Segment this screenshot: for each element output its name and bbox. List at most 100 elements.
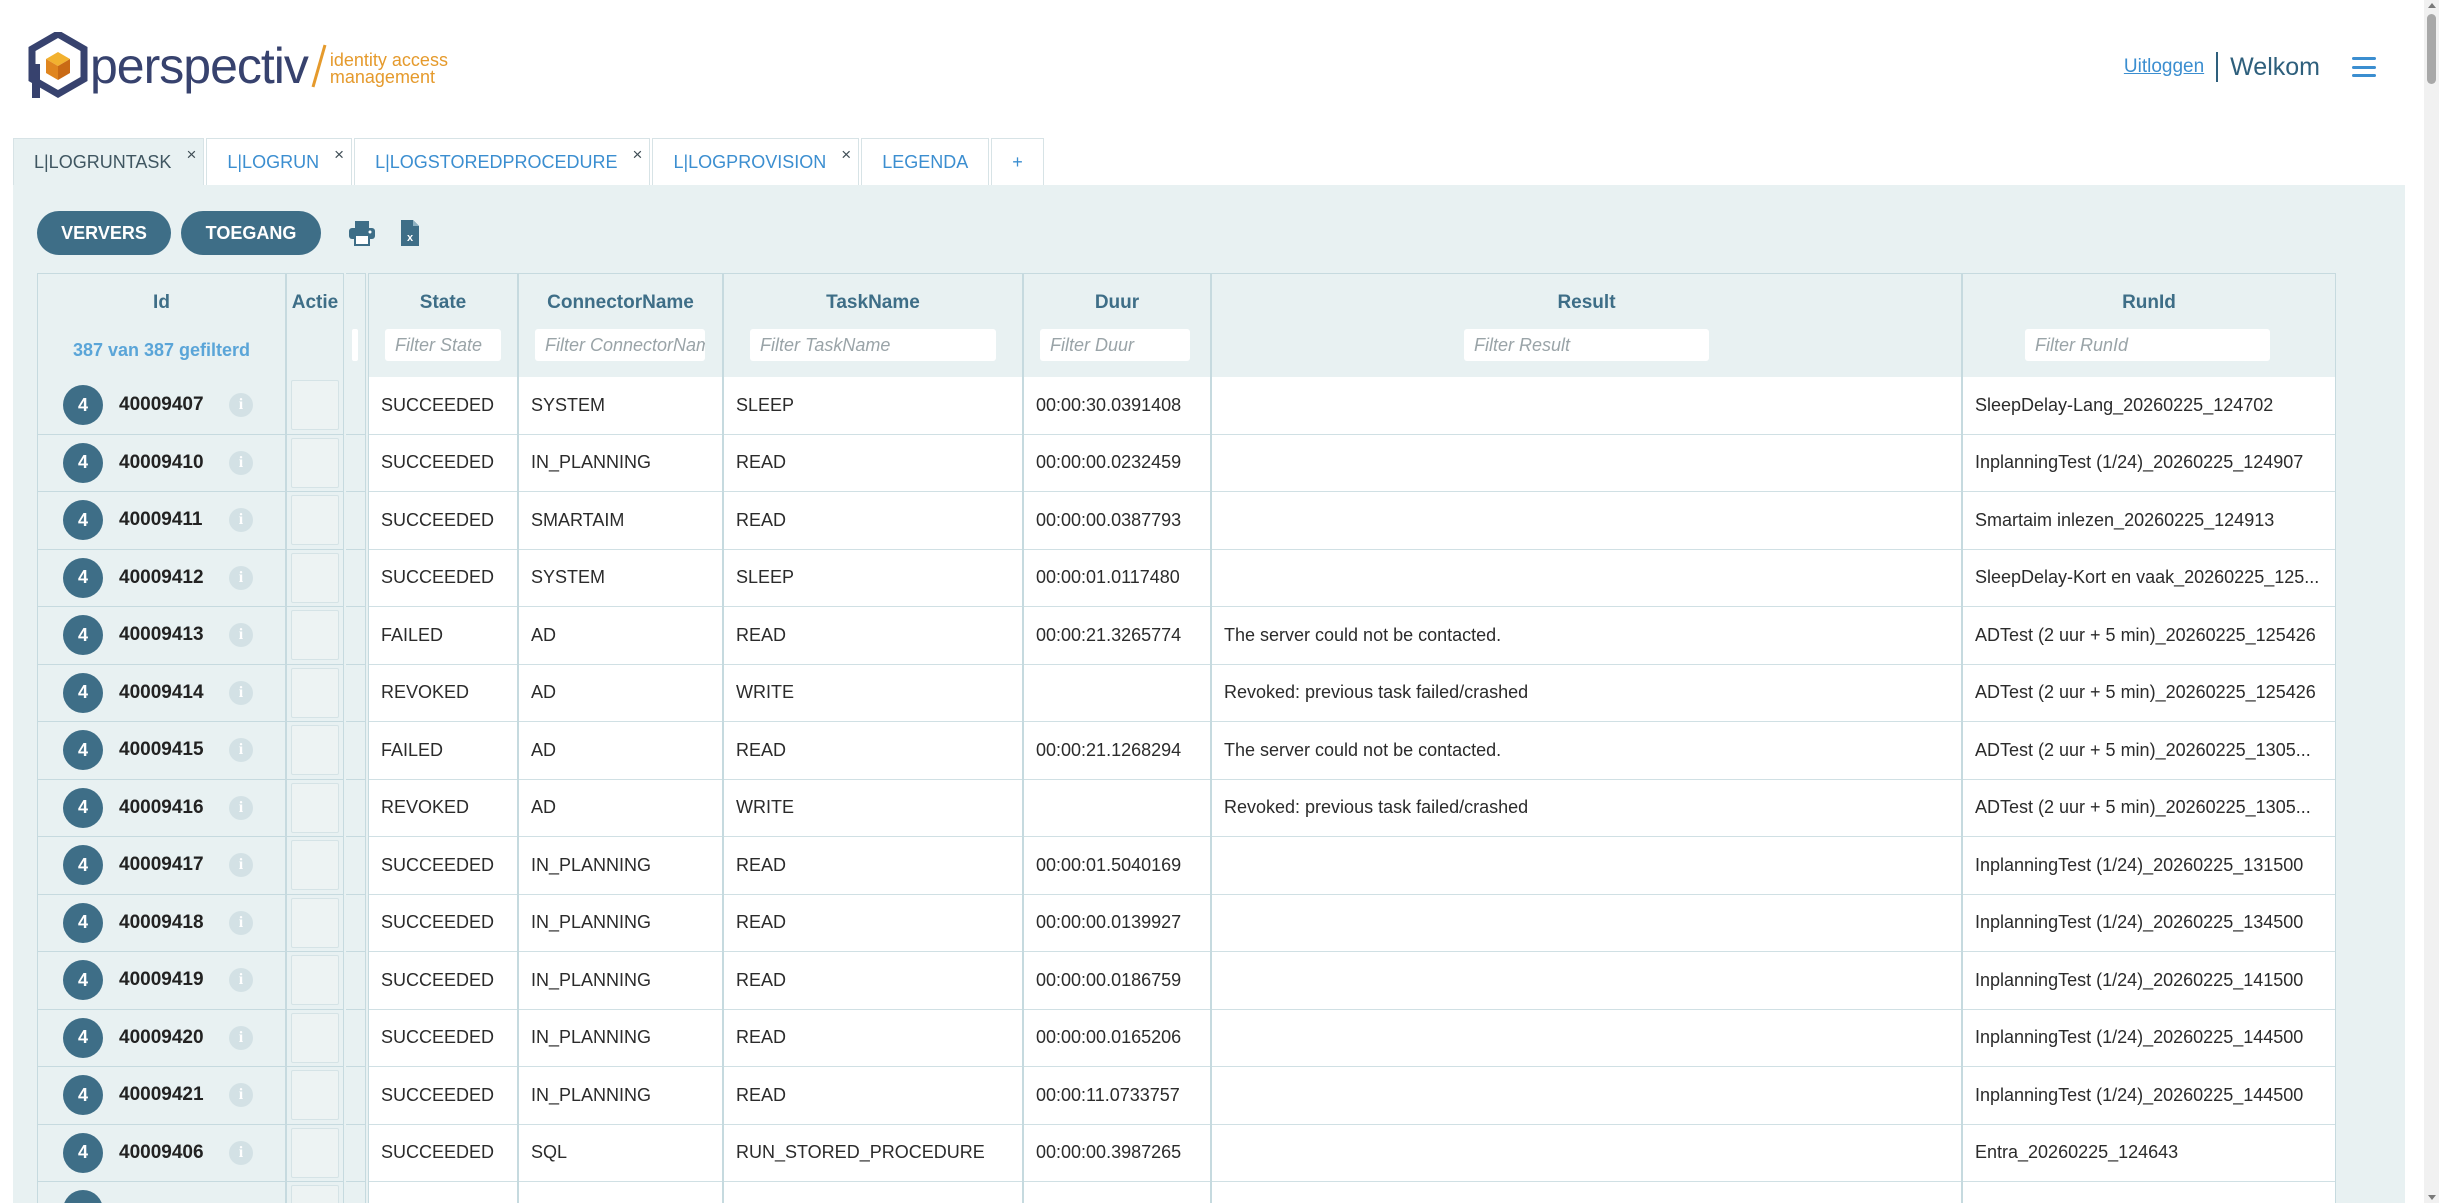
header-action-title[interactable]: Actie	[287, 292, 343, 314]
info-icon[interactable]: i	[229, 450, 253, 475]
row-action-button[interactable]	[291, 552, 339, 603]
table-row-id-cell[interactable]: 4 40009410 i	[38, 435, 285, 492]
access-button[interactable]: TOEGANG	[181, 211, 321, 255]
row-action-button[interactable]	[291, 380, 339, 431]
row-badge[interactable]: 4	[63, 845, 103, 886]
table-row-id-cell[interactable]: 4 40009417 i	[38, 837, 285, 895]
row-action-button[interactable]	[291, 610, 339, 661]
cell-runid: ADTest (2 uur + 5 min)_20260225_125426	[1963, 607, 2335, 665]
row-badge[interactable]: 4	[63, 1132, 103, 1173]
header-state-title[interactable]: State	[369, 292, 517, 314]
info-icon[interactable]: i	[229, 1140, 253, 1165]
table-row-id-cell[interactable]: 4 40009413 i	[38, 607, 285, 665]
info-icon[interactable]: i	[229, 1083, 253, 1108]
tab-close-icon[interactable]: ×	[334, 145, 344, 165]
logout-link[interactable]: Uitloggen	[2124, 56, 2204, 78]
info-icon[interactable]: i	[229, 565, 253, 590]
table-row-id-cell[interactable]: 4 40009421 i	[38, 1067, 285, 1125]
row-action-button[interactable]	[291, 667, 339, 718]
excel-export-icon[interactable]: x	[393, 216, 427, 250]
row-badge[interactable]: 4	[63, 960, 103, 1001]
tab-close-icon[interactable]: ×	[186, 145, 196, 165]
row-action-button[interactable]	[291, 1012, 339, 1063]
hamburger-menu-icon[interactable]	[2352, 57, 2376, 77]
row-badge[interactable]: 4	[63, 442, 103, 483]
table-row-id-cell[interactable]: 4 40009412 i	[38, 550, 285, 607]
table-row-id-cell[interactable]	[38, 1182, 285, 1203]
info-icon[interactable]: i	[229, 968, 253, 993]
info-icon[interactable]: i	[229, 910, 253, 935]
scroll-up-arrow-icon[interactable]	[2428, 3, 2436, 8]
row-action-button[interactable]	[291, 1185, 339, 1203]
info-icon[interactable]: i	[229, 680, 253, 705]
info-icon[interactable]: i	[229, 795, 253, 820]
row-badge[interactable]: 4	[63, 615, 103, 656]
tab-add[interactable]: +	[991, 138, 1044, 186]
row-badge[interactable]: 4	[63, 385, 103, 426]
refresh-button[interactable]: VERVERS	[37, 211, 171, 255]
table-row-id-cell[interactable]: 4 40009406 i	[38, 1125, 285, 1182]
tab-llogstoredprocedure[interactable]: L|LOGSTOREDPROCEDURE ×	[354, 138, 651, 186]
row-action-button[interactable]	[291, 495, 339, 546]
info-icon[interactable]: i	[229, 508, 253, 533]
row-badge[interactable]: 4	[63, 1075, 103, 1116]
table-row-id-cell[interactable]: 4 40009419 i	[38, 952, 285, 1010]
cell-duration	[1024, 1182, 1210, 1203]
scrollbar-thumb[interactable]	[2427, 14, 2436, 84]
info-icon[interactable]: i	[229, 623, 253, 648]
table-row-id-cell[interactable]: 4 40009415 i	[38, 722, 285, 780]
table-row-id-cell[interactable]: 4 40009420 i	[38, 1010, 285, 1067]
filter-runid-input[interactable]	[2025, 329, 2270, 361]
row-action-button[interactable]	[291, 437, 339, 488]
scroll-down-arrow-icon[interactable]	[2428, 1195, 2436, 1200]
header-runid-title[interactable]: RunId	[1963, 292, 2335, 314]
table-row-id-cell[interactable]: 4 40009414 i	[38, 665, 285, 722]
row-badge[interactable]: 4	[63, 672, 103, 713]
table-row-id-cell[interactable]: 4 40009418 i	[38, 895, 285, 952]
table-row-id-cell[interactable]: 4 40009407 i	[38, 377, 285, 435]
row-action-button[interactable]	[291, 897, 339, 948]
table-row-id-cell[interactable]: 4 40009416 i	[38, 780, 285, 837]
info-icon[interactable]: i	[229, 853, 253, 878]
header-id-title[interactable]: Id	[38, 292, 285, 314]
info-icon[interactable]: i	[229, 738, 253, 763]
row-badge[interactable]: 4	[63, 902, 103, 943]
row-action-button[interactable]	[291, 1070, 339, 1121]
row-action-button[interactable]	[291, 782, 339, 833]
info-icon[interactable]: i	[229, 1025, 253, 1050]
tab-llogrun[interactable]: L|LOGRUN ×	[206, 138, 353, 186]
brand-logo[interactable]: perspectiv identity access management	[28, 32, 448, 100]
filter-result-input[interactable]	[1464, 329, 1709, 361]
row-badge[interactable]: 4	[63, 787, 103, 828]
filter-connector-input[interactable]	[535, 329, 705, 361]
row-badge[interactable]	[63, 1190, 103, 1203]
filter-task-input[interactable]	[750, 329, 996, 361]
row-action-button[interactable]	[291, 1127, 339, 1178]
header-connector-title[interactable]: ConnectorName	[519, 292, 722, 314]
tab-close-icon[interactable]: ×	[841, 145, 851, 165]
tab-close-icon[interactable]: ×	[633, 145, 643, 165]
row-badge[interactable]: 4	[63, 1017, 103, 1058]
tab-llogruntask[interactable]: L|LOGRUNTASK ×	[13, 138, 205, 186]
cell-result: The server could not be contacted.	[1212, 607, 1961, 665]
cell-state-text: SUCCEEDED	[381, 567, 495, 588]
page-scrollbar[interactable]	[2424, 0, 2439, 1203]
header-task-title[interactable]: TaskName	[724, 292, 1022, 314]
row-badge[interactable]: 4	[63, 500, 103, 541]
row-action-button[interactable]	[291, 725, 339, 776]
cell-connector-text: IN_PLANNING	[531, 1027, 652, 1048]
cell-runid-text: SleepDelay-Lang_20260225_124702	[1975, 394, 2274, 415]
filter-duration-input[interactable]	[1040, 329, 1190, 361]
tab-legenda[interactable]: LEGENDA	[861, 138, 990, 186]
info-icon[interactable]: i	[229, 393, 253, 418]
header-result-title[interactable]: Result	[1212, 292, 1961, 314]
print-icon[interactable]	[345, 216, 379, 250]
header-duration-title[interactable]: Duur	[1024, 292, 1210, 314]
table-row-id-cell[interactable]: 4 40009411 i	[38, 492, 285, 550]
row-action-button[interactable]	[291, 955, 339, 1006]
row-action-button[interactable]	[291, 840, 339, 891]
row-badge[interactable]: 4	[63, 730, 103, 771]
filter-state-input[interactable]	[385, 329, 501, 361]
tab-llogprovision[interactable]: L|LOGPROVISION ×	[652, 138, 860, 186]
row-badge[interactable]: 4	[63, 557, 103, 598]
